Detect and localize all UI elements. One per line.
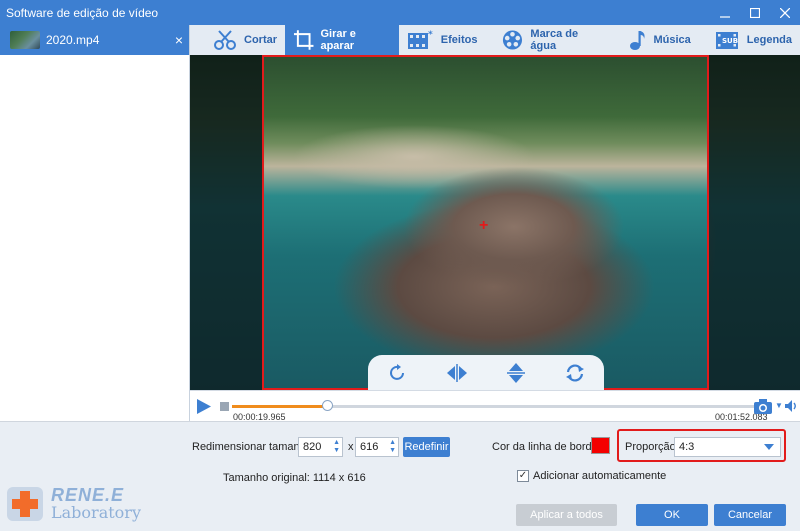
apply-to-all-button[interactable]: Aplicar a todos (516, 504, 617, 526)
tab-label: Cortar (244, 34, 278, 46)
width-stepper[interactable]: 820 ▲ ▼ (298, 437, 343, 457)
tab-girar-e-aparar[interactable]: Girar e aparar (285, 25, 399, 55)
ratio-label: Proporção: (625, 441, 679, 453)
reset-rotation-icon[interactable] (562, 360, 588, 386)
rotate-icon[interactable] (385, 360, 411, 386)
file-name: 2020.mp4 (46, 33, 100, 47)
tab-label: Marca de água (530, 28, 579, 52)
width-stepper-arrows-icon[interactable]: ▲ ▼ (333, 439, 340, 455)
editor-window: Software de edição de vídeo 2020.mp4 × C… (0, 0, 800, 531)
scissors-icon (214, 30, 236, 50)
subtitle-icon: SUB (715, 32, 738, 49)
tab-cortar[interactable]: Cortar (190, 25, 285, 55)
chevron-down-icon (764, 444, 774, 450)
crop-center-icon[interactable]: + (479, 217, 488, 235)
height-stepper-arrows-icon[interactable]: ▲ ▼ (389, 439, 396, 455)
ok-button[interactable]: OK (636, 504, 708, 526)
play-icon[interactable] (196, 398, 212, 415)
reset-size-button[interactable]: Redefinir (403, 437, 450, 457)
height-value: 616 (360, 441, 379, 453)
timeline-progress (232, 405, 328, 408)
video-thumbnail (10, 31, 40, 49)
music-note-icon (630, 31, 646, 50)
svg-text:SUB: SUB (722, 37, 738, 45)
cancel-button[interactable]: Cancelar (714, 504, 786, 526)
file-list-panel: 2020.mp4 × (0, 25, 190, 421)
border-color-label: Cor da linha de borda: (492, 441, 601, 453)
film-reel-icon (503, 30, 523, 50)
tab-label: Efeitos (440, 34, 478, 46)
window-title: Software de edição de vídeo (6, 5, 159, 20)
timeline-track[interactable] (232, 405, 762, 408)
cross-logo-icon (7, 487, 43, 521)
tab-legenda[interactable]: SUB Legenda (699, 25, 800, 55)
player-bar: 00:00:19.965 00:01:52.083 ▼ (190, 390, 800, 422)
maximize-icon[interactable] (740, 0, 770, 25)
rotate-tools-panel (368, 355, 604, 390)
size-separator: x (348, 441, 354, 453)
tab-efeitos[interactable]: * Efeitos (399, 25, 486, 55)
video-preview: + ⌄ (190, 55, 800, 390)
height-stepper[interactable]: 616 ▲ ▼ (355, 437, 399, 457)
crop-icon (293, 30, 314, 50)
file-list-item[interactable]: 2020.mp4 × (0, 25, 189, 55)
timeline-thumb[interactable] (322, 400, 334, 411)
minimize-icon[interactable] (710, 0, 740, 25)
svg-text:*: * (428, 30, 433, 40)
ratio-value: 4:3 (679, 441, 695, 453)
logo-line1: RENE.E (51, 485, 125, 505)
title-bar: Software de edição de vídeo (0, 0, 800, 25)
film-effects-icon: * (407, 30, 433, 49)
border-color-swatch[interactable] (591, 437, 610, 454)
stop-icon[interactable] (220, 402, 229, 411)
tab-marca-de-agua[interactable]: Marca de água (485, 25, 611, 55)
edit-toolbar: Cortar Girar e aparar * Efeitos Marca de… (190, 25, 800, 55)
remove-file-icon[interactable]: × (175, 32, 183, 48)
close-icon[interactable] (770, 0, 800, 25)
auto-add-label: Adicionar automaticamente (533, 470, 667, 482)
logo-line2: Laboratory (51, 503, 141, 522)
camera-icon[interactable] (753, 398, 773, 415)
original-size-label: Tamanho original: 1114 x 616 (223, 472, 366, 484)
brand-logo: RENE.E Laboratory (5, 484, 141, 524)
volume-icon[interactable] (784, 399, 798, 413)
tab-musica[interactable]: Música (611, 25, 698, 55)
tab-label: Música (653, 34, 691, 46)
crop-area[interactable]: + (262, 55, 709, 390)
camera-menu-icon[interactable]: ▼ (775, 401, 783, 410)
flip-vertical-icon[interactable] (503, 360, 529, 386)
tab-label: Girar e aparar (320, 28, 356, 52)
auto-add-checkbox[interactable]: ✓ (517, 470, 529, 482)
resize-label: Redimensionar tamanho: (192, 441, 315, 453)
tab-label: Legenda (746, 34, 792, 46)
width-value: 820 (303, 441, 322, 453)
ratio-select[interactable]: 4:3 (674, 437, 781, 457)
flip-horizontal-icon[interactable] (444, 360, 470, 386)
